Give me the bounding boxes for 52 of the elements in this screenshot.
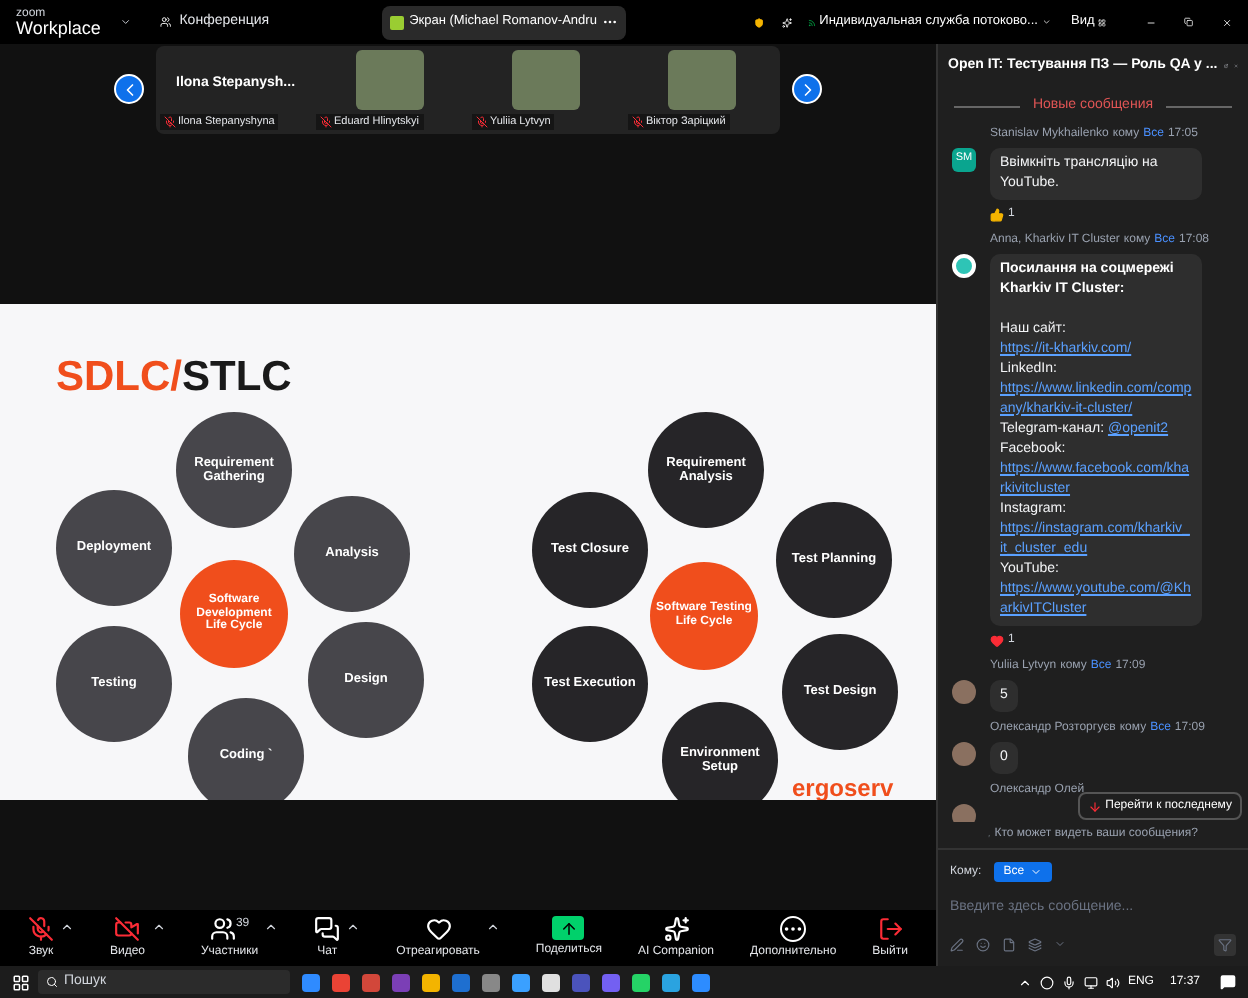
volume-icon[interactable]: [1105, 975, 1120, 989]
chat-icon: [314, 915, 341, 941]
muted-mic-icon: [632, 115, 644, 128]
search-icon: [46, 976, 58, 988]
participants-icon: [209, 915, 236, 941]
screen-thumbnail-icon: [389, 15, 404, 29]
screenshot-icon[interactable]: [1028, 937, 1042, 951]
stream-icon: [807, 15, 816, 29]
heart-icon: [425, 915, 451, 941]
avatar-logo-icon: [952, 253, 976, 277]
previous-button[interactable]: [114, 74, 144, 104]
people-icon[interactable]: [160, 12, 172, 32]
tray-icon[interactable]: [1039, 975, 1054, 989]
avatar: [952, 741, 976, 765]
windows-start-icon[interactable]: [12, 973, 30, 991]
share-icon: [552, 916, 585, 940]
zoom-logo-text: Workplace: [16, 19, 101, 37]
grid-icon[interactable]: [1098, 15, 1107, 29]
file-icon[interactable]: [1002, 937, 1016, 951]
restore-icon[interactable]: [1184, 14, 1194, 30]
leave-icon: [877, 915, 904, 941]
chevron-icon[interactable]: [1041, 14, 1051, 30]
emoji-icon[interactable]: [976, 937, 990, 951]
network-icon[interactable]: [1083, 975, 1098, 989]
sparkle-icon[interactable]: [781, 13, 792, 31]
photo-placeholder: [512, 50, 580, 110]
muted-mic-icon: [476, 115, 488, 128]
caret-icon: [1030, 866, 1043, 878]
avatar: [952, 679, 976, 703]
photo-placeholder: [356, 50, 424, 110]
mic-icon[interactable]: [1061, 975, 1076, 989]
heart-icon[interactable]: [990, 633, 1004, 647]
format-icon[interactable]: [950, 937, 964, 951]
caret-icon[interactable]: [264, 919, 279, 933]
slide-title-accent: SDLC/: [56, 356, 182, 398]
caret-icon[interactable]: [60, 919, 74, 933]
shield-icon[interactable]: [754, 13, 766, 31]
next-button[interactable]: [792, 74, 822, 104]
photo-placeholder: [668, 50, 736, 110]
sparkle-icon: [663, 915, 690, 941]
caret-icon[interactable]: [485, 919, 500, 933]
muted-mic-icon: [164, 115, 176, 128]
tray-chevron-icon[interactable]: [1017, 975, 1032, 989]
more-icon: [780, 915, 807, 941]
notification-icon[interactable]: [1220, 974, 1236, 990]
caret-icon[interactable]: [346, 919, 361, 933]
caret-icon[interactable]: [151, 919, 165, 933]
muted-mic-icon: [320, 115, 332, 128]
slide-title: STLC: [182, 356, 292, 398]
arrow-down-icon: [1087, 799, 1102, 813]
avatar: [952, 803, 976, 822]
thumbs-up-icon[interactable]: [990, 207, 1004, 221]
